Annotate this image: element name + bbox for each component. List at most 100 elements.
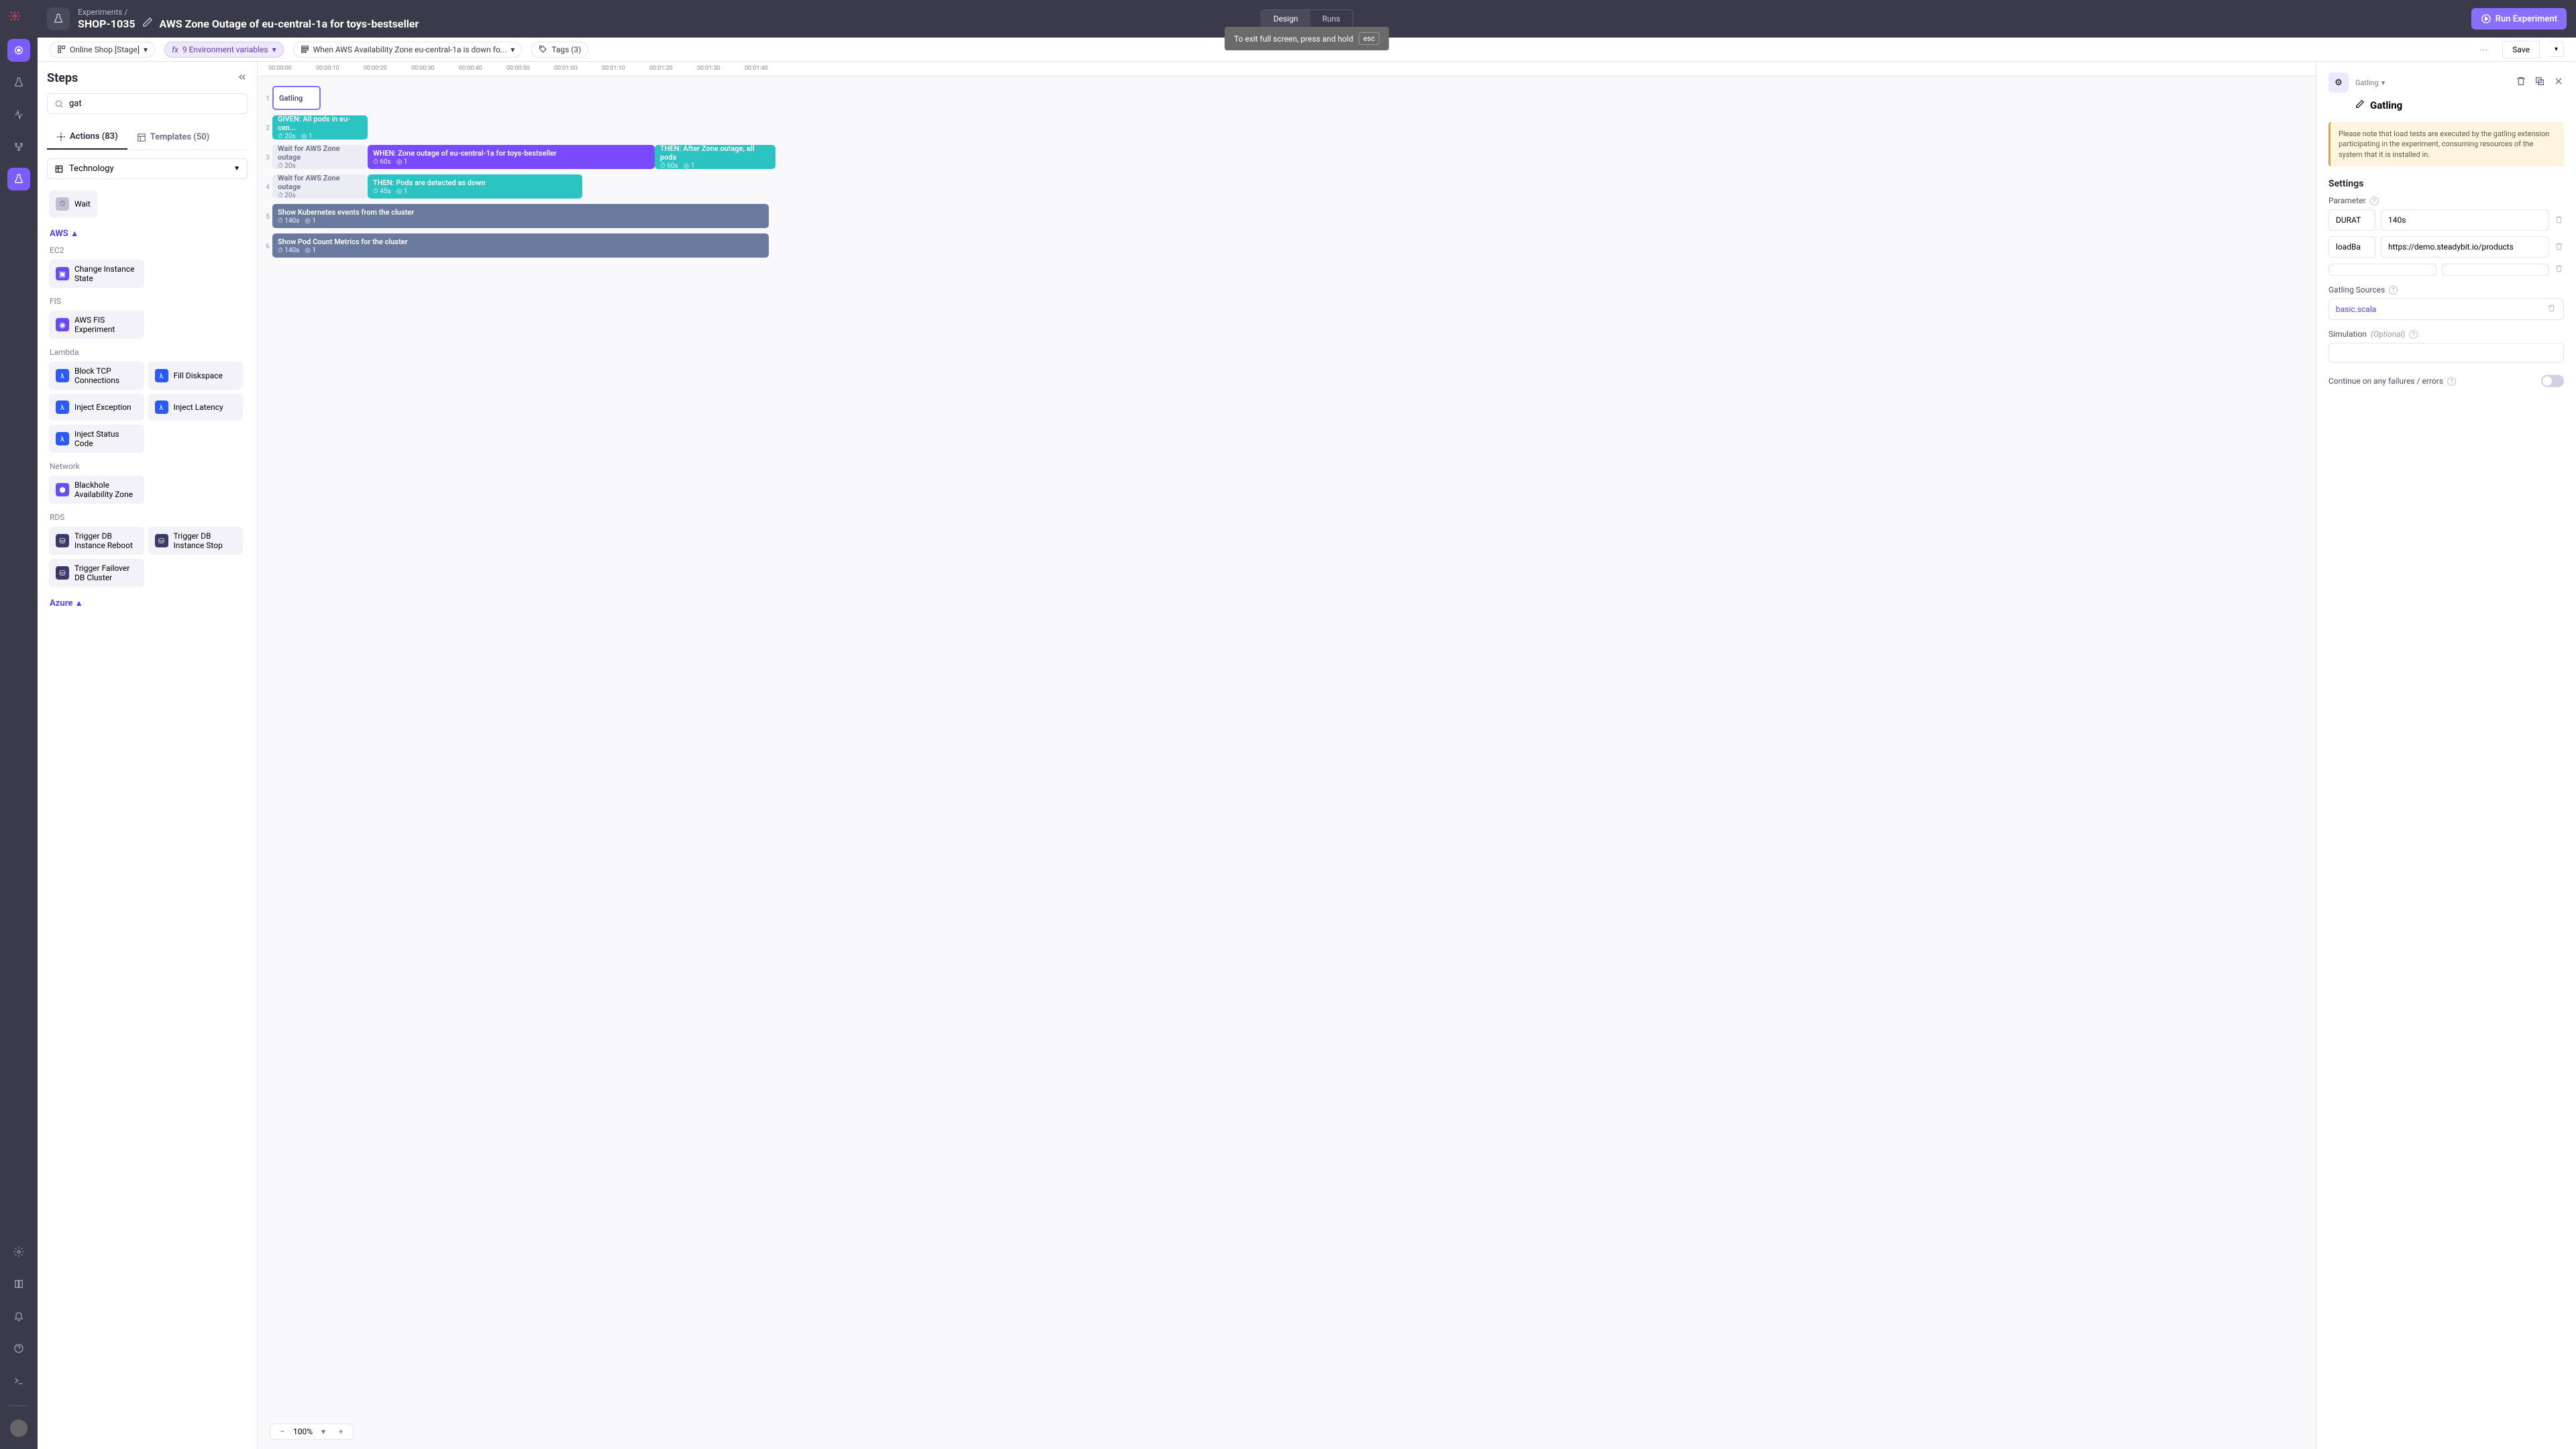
group-aws[interactable]: AWS ▴ bbox=[50, 229, 245, 239]
search-field[interactable] bbox=[69, 99, 240, 109]
action-aws-fis[interactable]: ◉AWS FIS Experiment bbox=[49, 311, 144, 339]
user-avatar[interactable] bbox=[10, 1419, 28, 1437]
timeline-ruler: 00:00:0000:00:1000:00:2000:00:3000:00:40… bbox=[258, 62, 2316, 76]
action-inject-status[interactable]: λInject Status Code bbox=[49, 425, 144, 453]
experiment-icon bbox=[47, 7, 70, 30]
timeline-lane: 3Wait for AWS Zone outage⏱ 20sWHEN: Zone… bbox=[263, 145, 2316, 170]
tags-chip[interactable]: Tags (3) bbox=[531, 42, 588, 58]
tab-design[interactable]: Design bbox=[1261, 10, 1310, 28]
search-icon bbox=[54, 99, 64, 109]
param-key-empty[interactable] bbox=[2328, 264, 2436, 276]
app-logo bbox=[9, 11, 28, 30]
lambda-icon: λ bbox=[56, 432, 69, 445]
lane-number: 4 bbox=[263, 184, 272, 191]
panel-breadcrumb[interactable]: Gatling ▾ bbox=[2355, 78, 2385, 87]
step-block[interactable]: THEN: After Zone outage, all pods⏱ 60s◎ … bbox=[655, 145, 775, 169]
step-block[interactable]: Show Kubernetes events from the cluster⏱… bbox=[272, 204, 769, 228]
help-icon[interactable]: ? bbox=[2447, 377, 2456, 386]
search-input[interactable] bbox=[47, 93, 248, 114]
tab-templates-label: Templates (50) bbox=[150, 132, 210, 142]
action-trigger-reboot[interactable]: ⛁Trigger DB Instance Reboot bbox=[49, 527, 144, 555]
action-change-instance-state[interactable]: ▣Change Instance State bbox=[49, 260, 144, 288]
step-block[interactable]: Gatling bbox=[272, 86, 321, 110]
action-trigger-stop[interactable]: ⛁Trigger DB Instance Stop bbox=[148, 527, 244, 555]
edit-icon[interactable] bbox=[2355, 99, 2365, 111]
rail-experiments[interactable] bbox=[7, 71, 30, 94]
rail-help[interactable] bbox=[7, 1337, 30, 1360]
chevron-down-icon: ▾ bbox=[2381, 78, 2385, 87]
zoom-in-button[interactable]: + bbox=[334, 1427, 347, 1436]
chevron-down-icon: ▾ bbox=[511, 45, 515, 54]
lane-number: 6 bbox=[263, 243, 272, 250]
group-azure[interactable]: Azure ▴ bbox=[50, 598, 245, 608]
action-block-tcp[interactable]: λBlock TCP Connections bbox=[49, 362, 144, 390]
zoom-out-button[interactable]: − bbox=[276, 1427, 289, 1436]
delete-icon[interactable] bbox=[2516, 76, 2526, 89]
rail-targets[interactable] bbox=[7, 136, 30, 158]
rail-settings[interactable] bbox=[7, 1240, 30, 1263]
run-experiment-button[interactable]: Run Experiment bbox=[2471, 8, 2567, 30]
param-key[interactable]: DURAT bbox=[2328, 209, 2375, 231]
continue-toggle[interactable] bbox=[2541, 375, 2564, 387]
more-menu[interactable]: ⋯ bbox=[2474, 42, 2493, 57]
param-key[interactable]: loadBa bbox=[2328, 236, 2375, 258]
rail-activity[interactable] bbox=[7, 103, 30, 126]
delete-param-icon[interactable] bbox=[2555, 214, 2564, 227]
delete-param-icon[interactable] bbox=[2555, 263, 2564, 276]
help-icon[interactable]: ? bbox=[2370, 197, 2379, 205]
step-meta: ⏱ 60s◎ 1 bbox=[660, 162, 770, 169]
help-icon[interactable]: ? bbox=[2389, 286, 2398, 294]
subgroup-ec2: EC2 bbox=[50, 246, 245, 255]
gatling-icon: ⚙ bbox=[2328, 72, 2349, 93]
rail-flask[interactable] bbox=[7, 168, 30, 191]
tab-runs[interactable]: Runs bbox=[1310, 10, 1352, 28]
step-label: WHEN: Zone outage of eu-central-1a for t… bbox=[373, 149, 649, 158]
settings-heading: Settings bbox=[2328, 178, 2564, 189]
tab-actions[interactable]: Actions (83) bbox=[47, 125, 127, 150]
step-block[interactable]: Wait for AWS Zone outage⏱ 20s bbox=[272, 145, 368, 169]
tab-templates[interactable]: Templates (50) bbox=[127, 125, 219, 150]
experiment-title: AWS Zone Outage of eu-central-1a for toy… bbox=[160, 17, 419, 30]
action-label: Wait bbox=[74, 199, 91, 209]
simulation-input[interactable] bbox=[2328, 343, 2564, 363]
help-icon[interactable]: ? bbox=[2409, 330, 2418, 339]
env-vars-chip[interactable]: fx 9 Environment variables ▾ bbox=[164, 42, 284, 58]
source-file-chip[interactable]: basic.scala bbox=[2328, 299, 2564, 320]
action-wait[interactable]: ⏱Wait bbox=[49, 191, 97, 217]
rail-dashboard[interactable] bbox=[7, 39, 30, 62]
step-block[interactable]: THEN: Pods are detected as down⏱ 45s◎ 1 bbox=[368, 174, 582, 199]
action-fill-disk[interactable]: λFill Diskspace bbox=[148, 362, 244, 390]
step-block[interactable]: Show Pod Count Metrics for the cluster⏱ … bbox=[272, 233, 769, 258]
zoom-dropdown[interactable]: ▾ bbox=[317, 1427, 330, 1436]
collapse-sidebar-icon[interactable] bbox=[237, 72, 248, 85]
action-inject-exception[interactable]: λInject Exception bbox=[49, 394, 144, 421]
rail-console[interactable] bbox=[7, 1369, 30, 1392]
rail-docs[interactable] bbox=[7, 1273, 30, 1295]
copy-icon[interactable] bbox=[2534, 76, 2545, 89]
step-block[interactable]: GIVEN: All pods in eu-cen...⏱ 20s◎ 1 bbox=[272, 115, 368, 140]
breadcrumb[interactable]: Experiments / bbox=[78, 7, 419, 17]
save-dropdown[interactable]: ▾ bbox=[2549, 42, 2564, 57]
view-tabs: Design Runs bbox=[1260, 9, 1353, 28]
save-button[interactable]: Save bbox=[2502, 41, 2540, 58]
rail-notifications[interactable] bbox=[7, 1305, 30, 1328]
lambda-icon: λ bbox=[155, 369, 168, 382]
delete-param-icon[interactable] bbox=[2555, 241, 2564, 254]
action-inject-latency[interactable]: λInject Latency bbox=[148, 394, 244, 421]
technology-select[interactable]: Technology ▼ bbox=[47, 158, 248, 179]
step-block[interactable]: WHEN: Zone outage of eu-central-1a for t… bbox=[368, 145, 655, 169]
action-trigger-failover[interactable]: ⛁Trigger Failover DB Cluster bbox=[49, 559, 144, 587]
param-value[interactable]: https://demo.steadybit.io/products bbox=[2381, 236, 2549, 258]
close-icon[interactable] bbox=[2553, 76, 2564, 89]
step-label: Wait for AWS Zone outage bbox=[278, 145, 362, 162]
action-label: Inject Exception bbox=[74, 402, 131, 412]
param-value-empty[interactable] bbox=[2442, 264, 2550, 276]
context-selector[interactable]: Online Shop [Stage] ▾ bbox=[50, 42, 155, 58]
step-block[interactable]: Wait for AWS Zone outage⏱ 20s bbox=[272, 174, 368, 199]
steps-sidebar: Steps Actions (83) Templ bbox=[38, 62, 258, 1449]
edit-title-icon[interactable] bbox=[142, 17, 153, 30]
delete-source-icon[interactable] bbox=[2547, 304, 2557, 315]
hypothesis-chip[interactable]: When AWS Availability Zone eu-central-1a… bbox=[293, 42, 523, 58]
param-value[interactable]: 140s bbox=[2381, 209, 2549, 231]
action-blackhole[interactable]: ⬢Blackhole Availability Zone bbox=[49, 476, 144, 504]
